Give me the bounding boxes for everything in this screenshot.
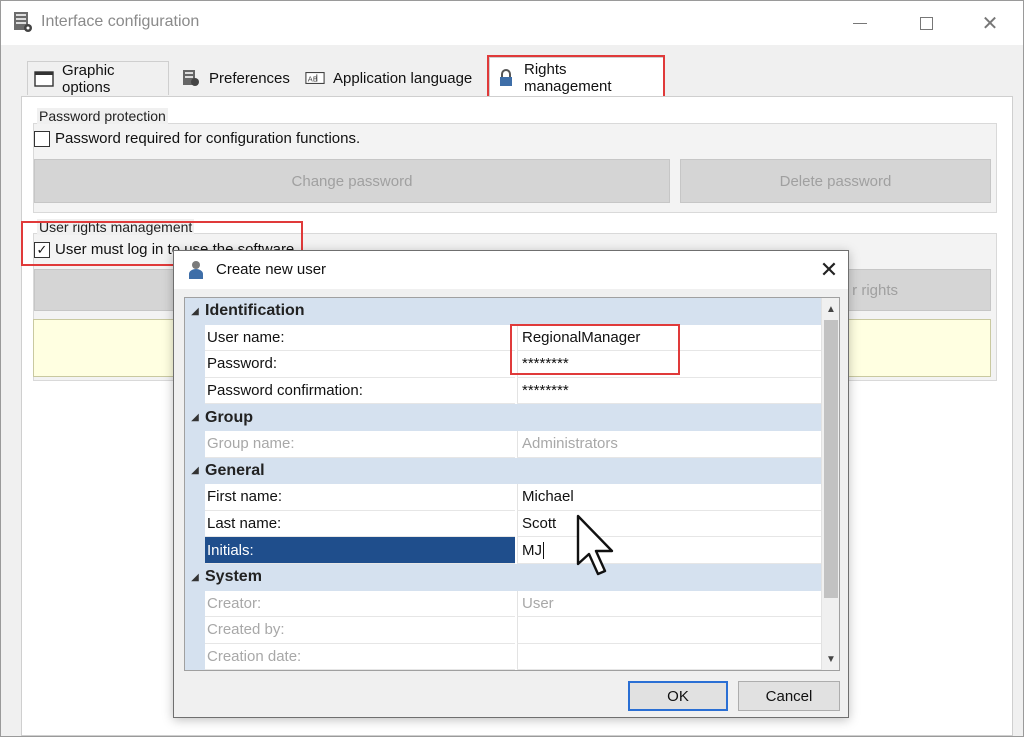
- password-required-checkbox[interactable]: [34, 130, 50, 147]
- tab-application-language[interactable]: AB Application language: [299, 61, 483, 95]
- maximize-button[interactable]: [903, 7, 949, 39]
- ok-button[interactable]: OK: [628, 681, 728, 711]
- creation-date-label: Creation date:: [205, 644, 515, 670]
- tab-label: Graphic options: [62, 61, 115, 96]
- property-row: Created by:: [185, 617, 821, 644]
- creation-date-field: [517, 643, 821, 670]
- last-name-label: Last name:: [205, 511, 515, 538]
- title-bar[interactable]: Interface configuration ✕: [1, 1, 1023, 45]
- creator-field: User: [517, 590, 821, 618]
- category-label: General: [205, 461, 265, 479]
- close-icon: ✕: [819, 257, 839, 282]
- property-row: First name: Michael: [185, 484, 821, 511]
- password-required-option[interactable]: Password required for configuration func…: [34, 130, 360, 147]
- category-label: Identification: [205, 302, 305, 320]
- property-row: Initials: MJ: [185, 537, 821, 564]
- tab-preferences[interactable]: Preferences: [175, 61, 297, 95]
- lock-icon: [500, 68, 512, 86]
- password-protection-label: Password protection: [37, 108, 168, 124]
- vertical-scrollbar[interactable]: ▲ ▼: [821, 298, 839, 670]
- text-caret: [543, 541, 544, 559]
- user-name-label: User name:: [205, 325, 515, 352]
- user-rights-label: User rights management: [37, 219, 195, 235]
- category-label: Group: [205, 408, 253, 426]
- user-rights-button-label: r rights: [852, 281, 898, 299]
- category-identification[interactable]: ◢ Identification: [185, 298, 821, 325]
- group-name-field: Administrators: [517, 431, 821, 458]
- property-grid: ◢ Identification User name: RegionalMana…: [184, 297, 840, 671]
- cancel-button[interactable]: Cancel: [738, 681, 840, 711]
- close-button[interactable]: ✕: [967, 7, 1013, 39]
- first-name-field[interactable]: Michael: [517, 484, 821, 511]
- delete-password-button[interactable]: Delete password: [680, 159, 991, 203]
- initials-field[interactable]: MJ: [517, 537, 821, 564]
- tab-label: Preferences: [209, 69, 290, 87]
- minimize-icon: [853, 22, 867, 24]
- create-user-dialog: Create new user ✕ ◢ Identification User …: [173, 250, 849, 718]
- first-name-label: First name:: [205, 484, 515, 511]
- settings-icon: [183, 70, 199, 86]
- settings-app-icon: [14, 12, 32, 32]
- dialog-title: Create new user: [216, 261, 327, 278]
- dialog-title-bar[interactable]: Create new user ✕: [174, 251, 848, 289]
- close-icon: ✕: [981, 12, 999, 35]
- collapse-arrow-icon[interactable]: ◢: [185, 412, 205, 423]
- initials-value: MJ: [522, 541, 542, 559]
- window-title: Interface configuration: [41, 13, 200, 30]
- language-icon: AB: [305, 72, 325, 84]
- password-label: Password:: [205, 351, 515, 378]
- scroll-thumb[interactable]: [824, 320, 838, 598]
- property-row: Creation date:: [185, 643, 821, 670]
- property-row: Group name: Administrators: [185, 431, 821, 458]
- creator-label: Creator:: [205, 591, 515, 618]
- tab-label: Application language: [333, 69, 473, 87]
- scroll-up-icon[interactable]: ▲: [822, 300, 839, 318]
- property-row: User name: RegionalManager: [185, 324, 821, 352]
- maximize-icon: [919, 16, 933, 30]
- collapse-arrow-icon[interactable]: ◢: [185, 572, 205, 583]
- collapse-arrow-icon[interactable]: ◢: [185, 465, 205, 476]
- tab-graphic-options[interactable]: Graphic options: [27, 61, 169, 96]
- window-icon: [34, 70, 54, 87]
- password-confirmation-label: Password confirmation:: [205, 378, 515, 405]
- category-general[interactable]: ◢ General: [185, 457, 821, 485]
- property-row: Password confirmation: ********: [185, 377, 821, 405]
- property-row: Password: ********: [185, 351, 821, 378]
- created-by-field: [517, 617, 821, 644]
- password-confirmation-field[interactable]: ********: [517, 377, 821, 405]
- initials-label: Initials:: [205, 537, 515, 564]
- property-row: Creator: User: [185, 590, 821, 618]
- user-icon: [189, 261, 203, 279]
- user-name-field[interactable]: RegionalManager: [517, 324, 821, 352]
- svg-text:AB: AB: [308, 75, 318, 84]
- created-by-label: Created by:: [205, 617, 515, 644]
- tab-label: Rights management: [524, 60, 612, 95]
- group-name-label: Group name:: [205, 431, 515, 458]
- category-label: System: [205, 568, 262, 586]
- category-group[interactable]: ◢ Group: [185, 404, 821, 431]
- password-required-label: Password required for configuration func…: [55, 130, 361, 147]
- last-name-field[interactable]: Scott: [517, 510, 821, 538]
- change-password-button[interactable]: Change password: [34, 159, 670, 203]
- collapse-arrow-icon[interactable]: ◢: [185, 306, 205, 317]
- password-field[interactable]: ********: [517, 351, 821, 378]
- property-row: Last name: Scott: [185, 510, 821, 538]
- user-login-checkbox[interactable]: ✓: [34, 241, 50, 258]
- dialog-close-button[interactable]: ✕: [816, 257, 842, 283]
- tab-rights-management[interactable]: Rights management: [489, 57, 665, 97]
- scroll-down-icon[interactable]: ▼: [822, 650, 839, 668]
- category-system[interactable]: ◢ System: [185, 564, 821, 591]
- minimize-button[interactable]: [837, 7, 883, 39]
